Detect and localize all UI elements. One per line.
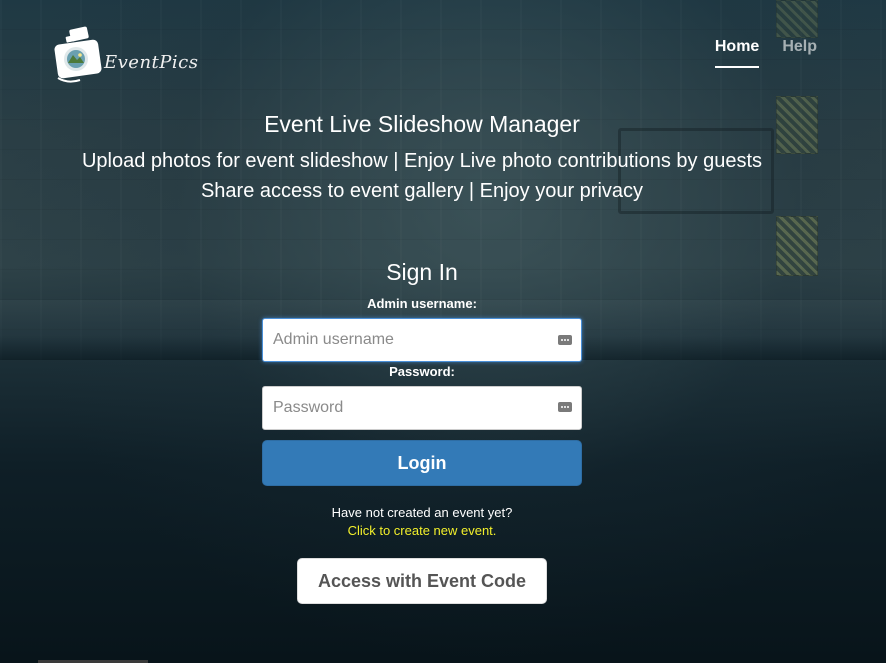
password-manager-icon[interactable] [558,402,572,412]
main-nav: Home Help [714,38,817,68]
nav-home[interactable]: Home [714,38,760,68]
event-code-button[interactable]: Access with Event Code [297,558,547,604]
login-button[interactable]: Login [262,440,582,486]
create-event-link[interactable]: Click to create new event. [262,523,582,538]
background-tile [776,216,818,276]
hero-tagline-2: Share access to event gallery | Enjoy yo… [200,180,644,202]
brand-logo[interactable]: EventPics [54,26,198,86]
hero-title: Event Live Slideshow Manager [264,111,580,137]
password-label: Password: [389,364,455,379]
nav-help[interactable]: Help [782,38,817,68]
camera-logo-icon [54,26,102,83]
background-tile [776,0,818,38]
username-label: Admin username: [367,296,477,311]
password-input[interactable] [262,386,582,430]
create-event-prompt: Have not created an event yet? [331,505,513,520]
username-input[interactable] [262,318,582,362]
password-manager-icon[interactable] [558,335,572,345]
logo-text: EventPics [104,52,199,73]
hero-tagline-1: Upload photos for event slideshow | Enjo… [81,150,763,172]
signin-title: Sign In [386,259,458,285]
